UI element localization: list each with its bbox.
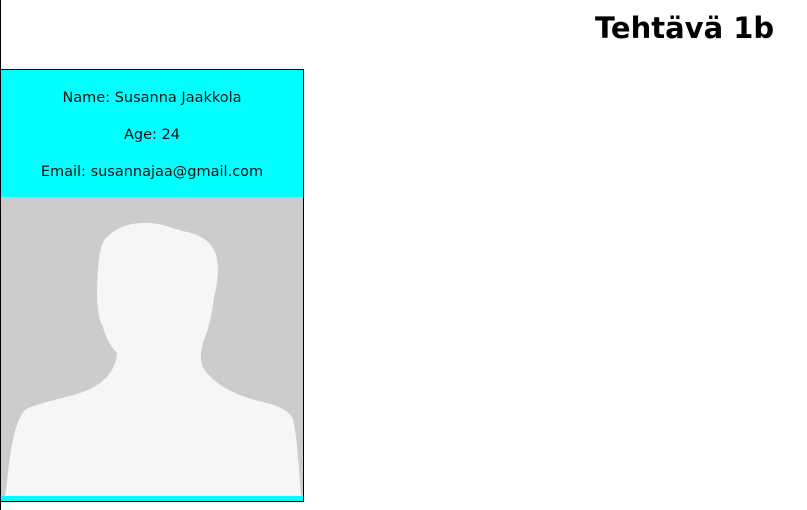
email-line: Email: susannajaa@gmail.com [1, 162, 303, 182]
person-silhouette-icon [5, 222, 301, 496]
name-line: Name: Susanna Jaakkola [1, 88, 303, 108]
profile-photo [1, 197, 303, 496]
age-value: 24 [161, 127, 180, 143]
profile-card: Name: Susanna Jaakkola Age: 24 Email: su… [1, 69, 304, 502]
age-label: Age: [124, 127, 157, 143]
email-value: susannajaa@gmail.com [90, 164, 264, 180]
age-line: Age: 24 [1, 125, 303, 145]
page: Tehtävä 1b Name: Susanna Jaakkola Age: 2… [0, 0, 807, 510]
profile-info: Name: Susanna Jaakkola Age: 24 Email: su… [1, 70, 303, 197]
name-label: Name: [62, 90, 111, 106]
page-title: Tehtävä 1b [595, 11, 775, 45]
name-value: Susanna Jaakkola [114, 90, 242, 106]
email-label: Email: [40, 164, 86, 180]
